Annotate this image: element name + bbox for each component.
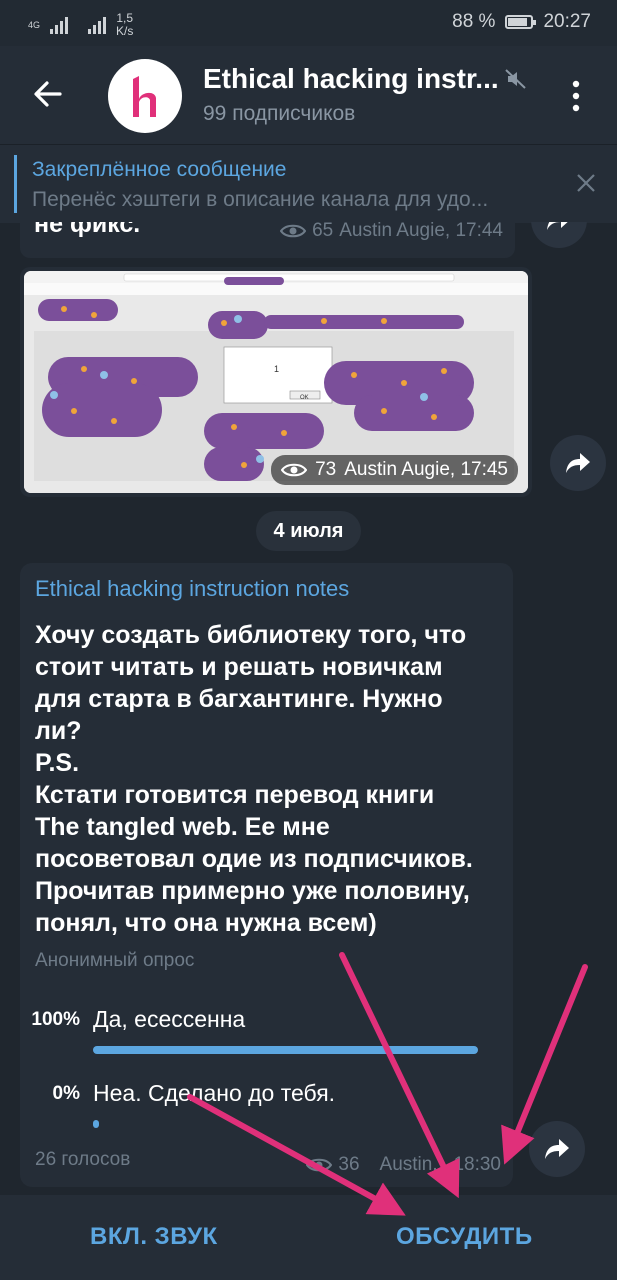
poll-question-line: Прочитав примерно уже половину,: [35, 877, 470, 905]
share-button[interactable]: [529, 1121, 585, 1177]
more-vert-icon[interactable]: [563, 79, 589, 113]
discuss-button[interactable]: ОБСУДИТЬ: [396, 1223, 533, 1251]
share-icon: [545, 1139, 569, 1159]
clock: 20:27: [543, 11, 591, 32]
poll-question-line: ли?: [35, 717, 82, 745]
poll-option-bar: [93, 1120, 99, 1128]
poll-option-bar: [93, 1046, 478, 1054]
status-bar: 4G 1,5 K/s 88 % 20:27: [0, 0, 617, 46]
poll-question-line: The tangled web. Ее мне: [35, 813, 330, 841]
date-separator: 4 июля: [256, 511, 361, 551]
battery-percent: 88 %: [452, 11, 496, 32]
vote-count: 26 голосов: [35, 1149, 131, 1170]
poll-question-line: стоит читать и решать новичкам: [35, 653, 443, 681]
author-time: Austin... 18:30: [379, 1154, 501, 1175]
message-meta: 36 Austin... 18:30: [306, 1154, 501, 1176]
pinned-title: Закреплённое сообщение: [32, 158, 287, 181]
message-meta: 65 Austin Augie, 17:44: [280, 222, 503, 242]
poll-option-percent: 100%: [31, 1009, 80, 1030]
message-bubble[interactable]: не фикс. 65 Austin Augie, 17:44: [20, 222, 515, 258]
dialog-value: 1: [274, 364, 280, 374]
poll-question-line: понял, что она нужна всем): [35, 909, 377, 937]
close-icon[interactable]: [574, 171, 598, 195]
pinned-message[interactable]: Закреплённое сообщение Перенёс хэштеги в…: [0, 144, 617, 223]
channel-bottom-bar: ВКЛ. ЗВУК ОБСУДИТЬ: [0, 1195, 617, 1280]
speed-value: 1,5: [116, 11, 134, 25]
poll-question-line: для старта в багхантинге. Нужно: [35, 685, 443, 713]
poll-question: Хочу создать библиотеку того, что стоит …: [35, 619, 505, 939]
poll-option-percent: 0%: [52, 1083, 80, 1104]
poll-question-line: P.S.: [35, 749, 80, 777]
poll-option-text[interactable]: Неа. Сделано до тебя.: [93, 1080, 335, 1107]
network-speed: 1,5 K/s: [116, 12, 133, 38]
muted-icon: [505, 69, 526, 89]
speed-unit: K/s: [116, 24, 134, 38]
photo-message[interactable]: 1 OK 73 Austin Augie, 17:45: [20, 267, 532, 497]
channel-title[interactable]: Ethical hacking instr...: [203, 63, 499, 95]
photo-meta: 73 Austin Augie, 17:45: [271, 455, 518, 485]
message-text: не фикс.: [34, 222, 141, 238]
subscriber-count: 99 подписчиков: [203, 102, 356, 125]
back-arrow-icon[interactable]: [28, 74, 68, 114]
channel-avatar[interactable]: [108, 59, 182, 133]
author-time: Austin Augie, 17:44: [339, 222, 503, 241]
pinned-text: Перенёс хэштеги в описание канала для уд…: [32, 188, 489, 211]
hackerone-logo-icon: [133, 76, 156, 117]
views-icon: [281, 463, 308, 477]
view-count: 36: [338, 1154, 360, 1175]
author-time: Austin Augie, 17:45: [344, 459, 508, 480]
battery-level: [508, 18, 528, 26]
signal-icon-2: [88, 16, 107, 34]
unmute-button[interactable]: ВКЛ. ЗВУК: [90, 1223, 218, 1251]
poll-question-line: посоветовал одие из подписчиков.: [35, 845, 473, 873]
views-icon: [306, 1158, 333, 1172]
dialog-ok-label: OK: [300, 395, 309, 401]
channel-header: Ethical hacking instr... 99 подписчиков: [0, 46, 617, 144]
message-list[interactable]: не фикс. 65 Austin Augie, 17:44 1 OK 73 …: [0, 222, 617, 1195]
signal-icon: [50, 16, 69, 34]
poll-channel-name[interactable]: Ethical hacking instruction notes: [35, 576, 349, 602]
views-icon: [280, 224, 307, 238]
share-icon: [566, 453, 590, 473]
share-icon: [547, 222, 568, 230]
poll-type-label: Анонимный опрос: [35, 950, 195, 971]
poll-question-line: Кстати готовится перевод книги: [35, 781, 435, 809]
share-button[interactable]: [531, 222, 587, 248]
poll-question-line: Хочу создать библиотеку того, что: [35, 621, 467, 649]
network-type: 4G: [28, 20, 41, 30]
share-button[interactable]: [550, 435, 606, 491]
pinned-indicator: [14, 155, 17, 213]
poll-message[interactable]: Ethical hacking instruction notes Хочу с…: [20, 563, 513, 1187]
poll-option-text[interactable]: Да, есессенна: [93, 1006, 245, 1033]
battery-icon: [505, 15, 537, 29]
view-count: 73: [315, 459, 337, 480]
view-count: 65: [312, 222, 334, 241]
